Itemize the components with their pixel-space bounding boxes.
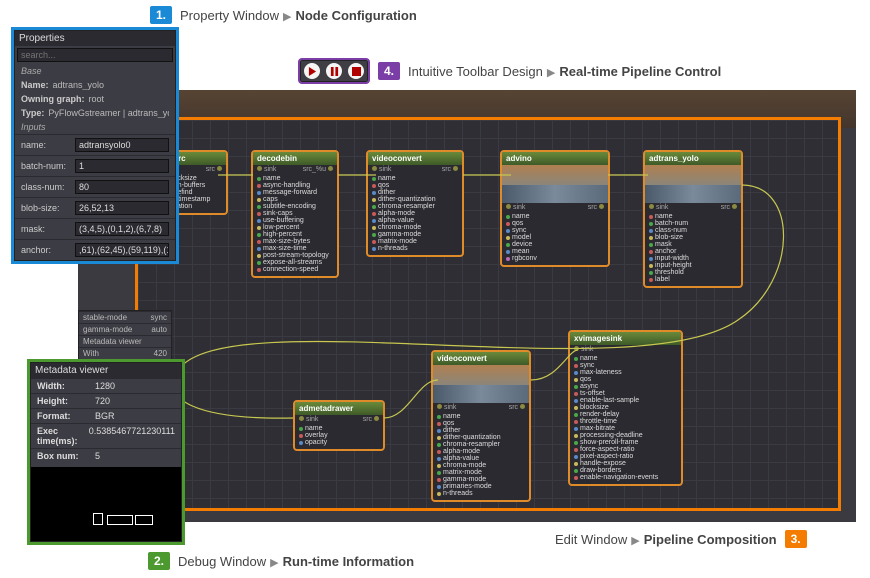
callout-4-text: Intuitive Toolbar Design▶Real-time Pipel…	[408, 64, 721, 79]
node-videoconvert-bot[interactable]: videoconvert sinksrc nameqosditherdither…	[431, 350, 531, 502]
node-graph-canvas[interactable]: filesrc src blocksizenum-bufferstypefind…	[138, 120, 838, 508]
node-title: videoconvert	[433, 352, 529, 365]
callout-3: Edit Window▶Pipeline Composition 3.	[555, 530, 807, 548]
callout-2-num: 2.	[148, 552, 170, 570]
meta-exec-time: Exec time(ms):0.5385467721230111	[31, 423, 181, 448]
meta-box-num: Box num:5	[31, 448, 181, 463]
pause-button[interactable]	[326, 63, 342, 79]
callout-1: 1. Property Window▶Node Configuration	[150, 6, 417, 24]
callout-4-num: 4.	[378, 62, 400, 80]
callout-4: 4. Intuitive Toolbar Design▶Real-time Pi…	[378, 62, 721, 80]
meta-height: Height:720	[31, 393, 181, 408]
section-base: Base	[15, 64, 175, 78]
node-title: advino	[502, 152, 608, 165]
meta-format: Format:BGR	[31, 408, 181, 423]
prop-blob-size: blob-size:26,52,13	[15, 197, 175, 218]
callout-1-text: Property Window▶Node Configuration	[180, 8, 417, 23]
prop-mask: mask:(3,4,5),(0,1,2),(6,7,8)	[15, 218, 175, 239]
node-title: xvimagesink	[570, 332, 681, 345]
callout-3-text: Edit Window▶Pipeline Composition	[555, 532, 777, 547]
node-title: admetadrawer	[295, 402, 383, 415]
node-title: decodebin	[253, 152, 337, 165]
property-window: Properties Base Name:adtrans_yolo Owning…	[14, 30, 176, 261]
section-inputs: Inputs	[15, 120, 175, 134]
node-adtrans-yolo[interactable]: adtrans_yolo sinksrc namebatch-numclass-…	[643, 150, 743, 288]
prop-batch-num: batch-num:1	[15, 155, 175, 176]
stop-button[interactable]	[348, 63, 364, 79]
pipeline-toolbar	[300, 60, 368, 82]
debug-title: Metadata viewer	[31, 363, 181, 378]
sidebar-fragment: stable-modesync gamma-modeauto Metadata …	[78, 310, 172, 360]
callout-2-text: Debug Window▶Run-time Information	[178, 554, 414, 569]
callout-3-num: 3.	[785, 530, 807, 548]
node-admetadrawer[interactable]: admetadrawer sinksrc nameoverlayopacity	[293, 400, 385, 451]
edit-window[interactable]: filesrc src blocksizenum-bufferstypefind…	[78, 90, 856, 522]
node-videoconvert-top[interactable]: videoconvert sinksrc nameqosditherdither…	[366, 150, 464, 257]
node-decodebin[interactable]: decodebin sinksrc_%u nameasync-handlingm…	[251, 150, 339, 278]
node-title: adtrans_yolo	[645, 152, 741, 165]
properties-title: Properties	[15, 31, 175, 46]
prop-class-num: class-num:80	[15, 176, 175, 197]
node-title: videoconvert	[368, 152, 462, 165]
callout-1-num: 1.	[150, 6, 172, 24]
play-button[interactable]	[304, 63, 320, 79]
prop-anchor: anchor:,61),(62,45),(59,119),(116,90),(1…	[15, 239, 175, 260]
detection-preview	[31, 467, 181, 541]
meta-width: Width:1280	[31, 378, 181, 393]
video-preview	[433, 365, 529, 403]
properties-search[interactable]	[17, 48, 173, 62]
callout-2: 2. Debug Window▶Run-time Information	[148, 552, 414, 570]
node-xvimagesink[interactable]: xvimagesink sink namesyncmax-latenessqos…	[568, 330, 683, 486]
node-advino[interactable]: advino sinksrc nameqossyncmodeldevicemea…	[500, 150, 610, 267]
video-preview	[645, 165, 741, 203]
debug-window: Metadata viewer Width:1280 Height:720 Fo…	[30, 362, 182, 542]
video-preview	[502, 165, 608, 203]
prop-name: name:adtransyolo0	[15, 134, 175, 155]
